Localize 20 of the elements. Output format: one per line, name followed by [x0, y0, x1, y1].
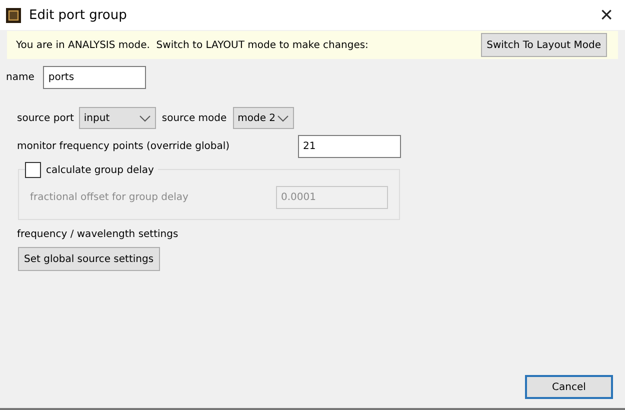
name-field[interactable]: ports — [43, 66, 146, 89]
frequency-settings-label: frequency / wavelength settings — [17, 229, 178, 240]
source-port-label: source port — [17, 112, 74, 124]
monitor-points-label: monitor frequency points (override global) — [17, 141, 230, 152]
cancel-button[interactable]: Cancel — [525, 375, 613, 399]
monitor-points-field[interactable]: 21 — [298, 135, 401, 158]
banner-message: You are in ANALYSIS mode. Switch to LAYOUT mode to make changes: — [16, 40, 368, 50]
window-title: Edit port group — [29, 8, 128, 22]
app-icon — [6, 8, 21, 22]
chevron-icon — [276, 114, 289, 122]
source-port-dropdown[interactable]: input — [78, 107, 156, 129]
switch-mode-button[interactable]: Switch To Layout Mode — [480, 33, 607, 57]
chevron-icon — [138, 114, 151, 122]
global-source-settings-button[interactable]: Set global source settings — [18, 247, 160, 271]
group-delay-label: calculate group delay — [46, 164, 154, 176]
source-mode-label: source mode — [162, 112, 227, 124]
source-mode-dropdown[interactable]: mode 2 — [232, 107, 294, 129]
offset-label: fractional offset for group delay — [30, 192, 188, 203]
close-button[interactable]: × — [596, 4, 617, 26]
name-label: name — [6, 72, 34, 83]
